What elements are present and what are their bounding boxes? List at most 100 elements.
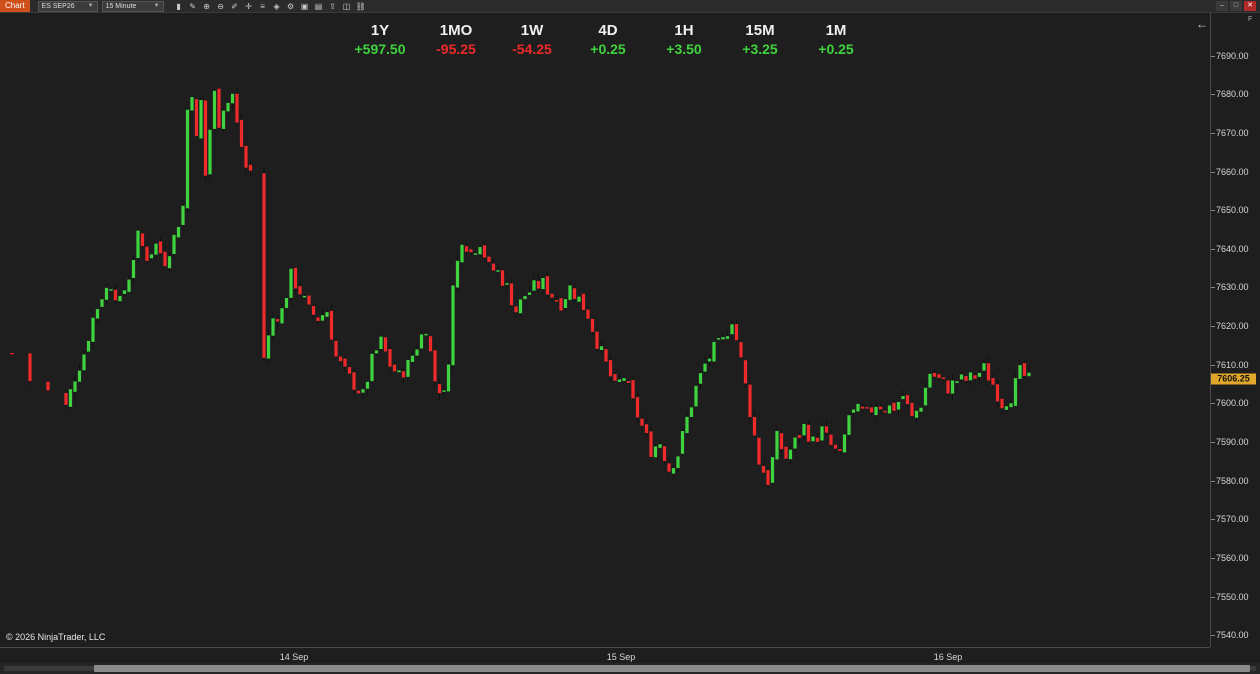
candle-up — [617, 379, 622, 382]
candle-up — [154, 243, 158, 255]
candle-down — [356, 390, 361, 394]
candle-up — [410, 355, 415, 362]
candle-down — [536, 280, 541, 289]
candle-up — [365, 381, 370, 389]
window-link-icon[interactable]: ⛓ — [356, 2, 366, 11]
candle-up — [460, 244, 464, 263]
back-arrow-icon[interactable]: ← — [1196, 17, 1208, 31]
candle-down — [766, 470, 770, 485]
candle-down — [995, 384, 1000, 402]
candle-down — [347, 367, 352, 374]
bars-icon[interactable]: ▮ — [174, 2, 184, 11]
candle-up — [950, 380, 955, 394]
candle-up — [820, 426, 824, 441]
candle-up — [190, 97, 194, 111]
candle-down — [1022, 363, 1027, 376]
templates-icon[interactable]: ▤ — [314, 2, 324, 11]
interval-label: 15 Minute — [105, 2, 137, 10]
candle-up — [707, 358, 712, 362]
maximize-button[interactable]: □ — [1230, 1, 1242, 11]
candle-up — [415, 349, 419, 356]
performance-item: 1H +3.50 — [646, 22, 722, 57]
chart-plot-area[interactable] — [0, 13, 1211, 647]
candle-up — [199, 99, 203, 139]
candle-up — [676, 456, 680, 469]
candle-down — [667, 463, 671, 472]
candle-up — [730, 324, 734, 335]
horizontal-scrollbar[interactable] — [0, 663, 1260, 674]
last-price-marker: 7606.25 — [1211, 373, 1256, 385]
zoom-out-icon[interactable]: ⊖ — [216, 2, 226, 11]
candle-up — [505, 283, 509, 285]
price-tick-mark — [1211, 326, 1215, 328]
price-tick-mark — [1211, 596, 1215, 598]
candle-up — [280, 308, 284, 324]
candle-up — [887, 405, 892, 414]
properties-icon[interactable]: ⚙ — [286, 2, 296, 11]
close-button[interactable]: ✕ — [1244, 1, 1256, 11]
candle-down — [797, 435, 802, 438]
zoom-in-icon[interactable]: ⊕ — [202, 2, 212, 11]
indicators-icon[interactable]: ≡ — [258, 2, 268, 11]
candle-up — [370, 353, 374, 382]
interval-selector[interactable]: 15 Minute ▼ — [101, 0, 164, 12]
candle-up — [1004, 406, 1009, 410]
share-icon[interactable]: ⇪ — [328, 2, 338, 11]
candle-down — [932, 372, 937, 377]
candle-up — [302, 295, 307, 298]
instrument-selector[interactable]: ES SEP26 ▼ — [37, 0, 98, 12]
candle-up — [788, 449, 793, 460]
candle-down — [860, 406, 865, 409]
time-axis[interactable]: 14 Sep 15 Sep 16 Sep — [0, 647, 1210, 664]
candle-down — [550, 293, 554, 298]
candle-up — [95, 309, 100, 319]
data-box-icon[interactable]: ▣ — [300, 2, 310, 11]
candle-down — [500, 270, 505, 286]
candle-up — [374, 350, 379, 354]
candle-down — [595, 331, 599, 349]
drawing-tool-icon[interactable]: ✐ — [230, 2, 240, 11]
candle-up — [842, 434, 847, 453]
candle-up — [896, 401, 901, 410]
candle-up — [599, 346, 604, 351]
price-tick-mark — [1211, 558, 1215, 560]
candle-up — [172, 234, 176, 255]
split-icon[interactable]: ◫ — [342, 2, 352, 11]
candle-up — [91, 317, 95, 342]
candle-down — [779, 433, 784, 450]
candle-down — [752, 416, 757, 436]
minimize-button[interactable]: – — [1216, 1, 1228, 11]
tab-chart[interactable]: Chart — [0, 0, 30, 12]
candle-down — [572, 288, 577, 299]
candle-up — [406, 359, 410, 377]
candle-up — [653, 446, 658, 458]
performance-item: 1M +0.25 — [798, 22, 874, 57]
candle-down — [757, 437, 761, 465]
performance-change-value: +3.50 — [666, 41, 702, 57]
instrument-label: ES SEP26 — [41, 2, 75, 10]
candle-down — [401, 371, 406, 378]
candle-down — [964, 376, 968, 381]
candle-down — [140, 233, 145, 247]
candle-up — [289, 268, 293, 298]
crosshair-icon[interactable]: ✛ — [244, 2, 254, 11]
candle-down — [581, 293, 586, 310]
draw-icon[interactable]: ✎ — [188, 2, 198, 11]
price-axis[interactable]: 7690.00 7680.00 7670.00 7660.00 7650.00 7640.… — [1211, 13, 1260, 647]
candle-up — [959, 374, 964, 380]
candle-down — [194, 99, 199, 137]
candle-down — [739, 342, 743, 358]
candle-up — [1018, 365, 1022, 379]
price-tick-label: 7580.00 — [1216, 475, 1249, 486]
candle-down — [491, 263, 496, 271]
candle-up — [698, 373, 703, 384]
candle-down — [248, 164, 253, 171]
price-tick-mark — [1211, 519, 1215, 521]
performance-item: 1MO -95.25 — [418, 22, 494, 57]
candle-down — [316, 317, 320, 322]
strategies-icon[interactable]: ◈ — [272, 2, 282, 11]
performance-item: 4D +0.25 — [570, 22, 646, 57]
candle-up — [919, 407, 923, 412]
candle-up — [122, 290, 127, 294]
scroll-thumb[interactable] — [94, 665, 1250, 672]
